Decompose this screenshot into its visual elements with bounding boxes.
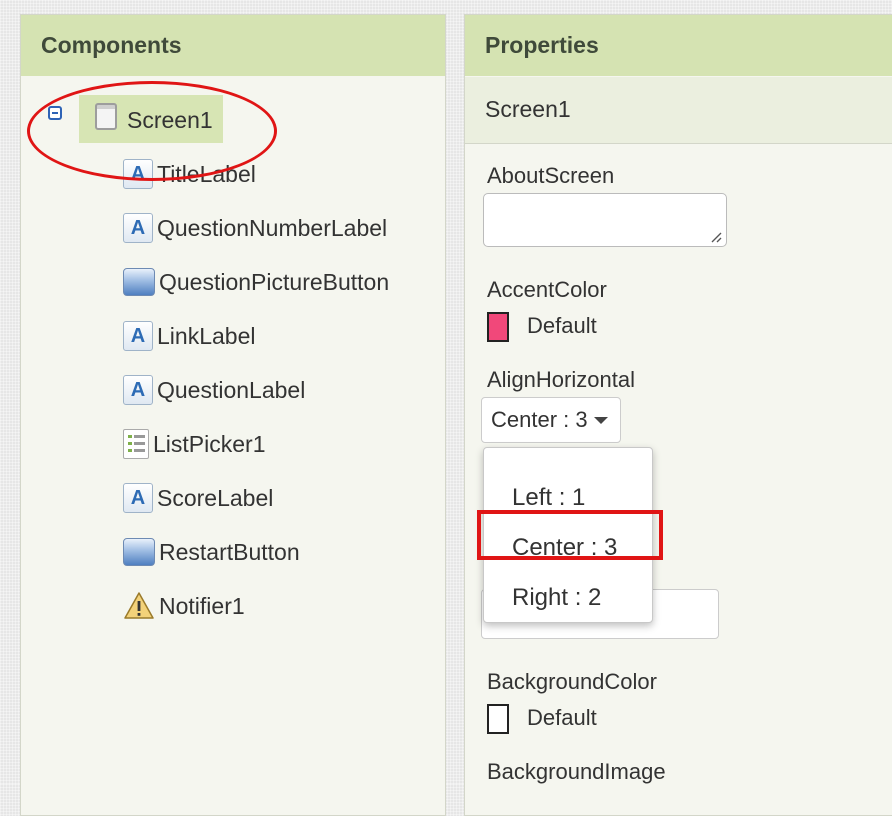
tree-item-label: Screen1 [127,107,213,133]
menu-option-center[interactable]: Center : 3 [512,534,617,562]
about-screen-textarea[interactable] [483,193,727,247]
listpicker-icon [123,429,149,459]
label-icon: A [123,321,153,351]
tree-item-titlelabel[interactable]: A TitleLabel [123,157,256,191]
tree-item-label: RestartButton [159,538,300,565]
background-color-value[interactable]: Default [527,705,597,731]
tree-item-linklabel[interactable]: A LinkLabel [123,319,255,353]
resize-grip-icon[interactable] [710,231,722,243]
tree-item-label: QuestionPictureButton [159,268,390,295]
menu-option-right[interactable]: Right : 2 [512,584,601,612]
screen-icon [95,103,117,130]
accent-color-value[interactable]: Default [527,313,597,339]
accent-color-swatch[interactable] [487,312,509,342]
align-horizontal-menu: Left : 1 Center : 3 Right : 2 [483,447,653,623]
background-color-label: BackgroundColor [487,669,657,694]
warning-icon [124,592,154,619]
tree-item-listpicker1[interactable]: ListPicker1 [123,427,265,461]
tree-item-restartbutton[interactable]: RestartButton [123,535,300,569]
background-image-label: BackgroundImage [487,759,666,784]
components-header: Components [21,15,445,76]
properties-header: Properties [465,15,892,76]
tree-item-screen1[interactable]: Screen1 [79,95,223,143]
tree-item-label: TitleLabel [157,160,256,187]
label-icon: A [123,159,153,189]
label-icon: A [123,213,153,243]
caret-down-icon [593,416,608,424]
tree-item-label: Notifier1 [159,592,245,619]
label-icon: A [123,483,153,513]
tree-item-questionnumberlabel[interactable]: A QuestionNumberLabel [123,211,387,245]
tree-item-label: ListPicker1 [153,430,266,457]
tree-item-questionpicturebutton[interactable]: QuestionPictureButton [123,265,389,299]
button-icon [123,538,155,566]
about-screen-label: AboutScreen [487,163,615,188]
tree-item-label: ScoreLabel [157,484,274,511]
selected-component-name: Screen1 [465,77,892,144]
accent-color-label: AccentColor [487,277,607,302]
label-icon: A [123,375,153,405]
components-panel: Components Screen1 A TitleLabel A Questi… [20,14,446,816]
menu-option-left[interactable]: Left : 1 [512,484,585,512]
align-horizontal-dropdown[interactable]: Center : 3 [481,397,621,443]
button-icon [123,268,155,296]
align-horizontal-label: AlignHorizontal [487,367,635,392]
tree-item-label: QuestionLabel [157,376,306,403]
collapse-toggle-icon[interactable] [48,106,62,120]
background-color-swatch[interactable] [487,704,509,734]
properties-panel: Properties Screen1 AboutScreen AccentCol… [464,14,892,816]
tree-item-scorelabel[interactable]: A ScoreLabel [123,481,273,515]
align-horizontal-value: Center : 3 [491,407,588,432]
tree-item-notifier1[interactable]: Notifier1 [123,589,245,623]
tree-item-label: LinkLabel [157,322,256,349]
tree-item-questionlabel[interactable]: A QuestionLabel [123,373,305,407]
tree-item-label: QuestionNumberLabel [157,214,388,241]
